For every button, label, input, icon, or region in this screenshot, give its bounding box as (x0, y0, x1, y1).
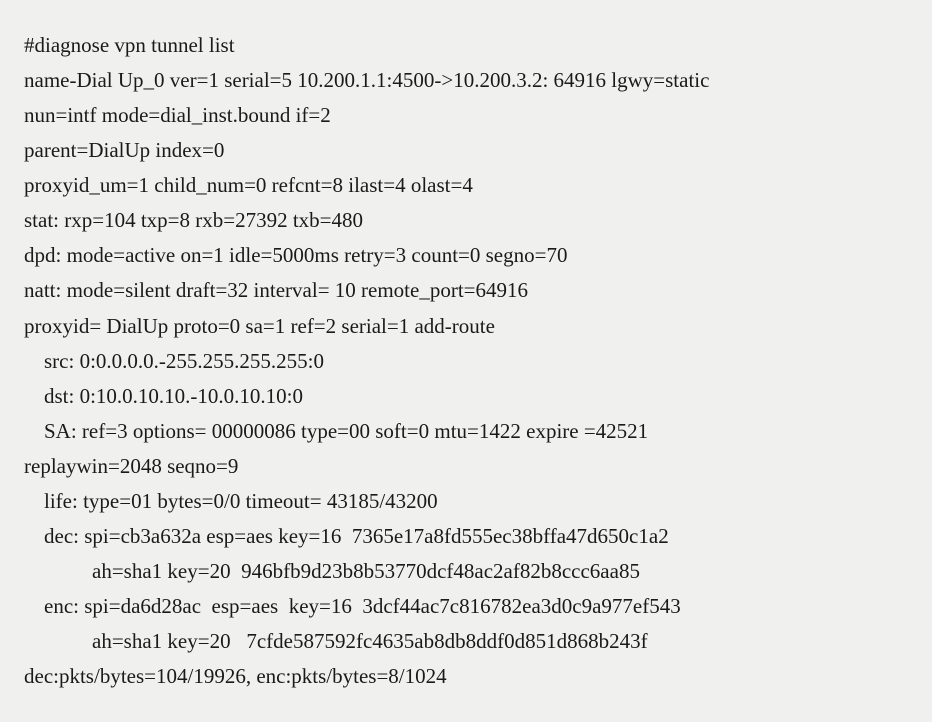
output-line: dst: 0:10.0.10.10.-10.0.10.10:0 (24, 379, 908, 414)
output-line: proxyid_um=1 child_num=0 refcnt=8 ilast=… (24, 168, 908, 203)
output-line: dec: spi=cb3a632a esp=aes key=16 7365e17… (24, 519, 908, 554)
output-line: stat: rxp=104 txp=8 rxb=27392 txb=480 (24, 203, 908, 238)
output-line: life: type=01 bytes=0/0 timeout= 43185/4… (24, 484, 908, 519)
output-line: proxyid= DialUp proto=0 sa=1 ref=2 seria… (24, 309, 908, 344)
terminal-output: #diagnose vpn tunnel list name-Dial Up_0… (24, 28, 908, 694)
output-line: dec:pkts/bytes=104/19926, enc:pkts/bytes… (24, 659, 908, 694)
output-line: nun=intf mode=dial_inst.bound if=2 (24, 98, 908, 133)
output-line: dpd: mode=active on=1 idle=5000ms retry=… (24, 238, 908, 273)
output-line: SA: ref=3 options= 00000086 type=00 soft… (24, 414, 908, 449)
output-line: name-Dial Up_0 ver=1 serial=5 10.200.1.1… (24, 63, 908, 98)
output-line: parent=DialUp index=0 (24, 133, 908, 168)
cmd-line: #diagnose vpn tunnel list (24, 28, 908, 63)
output-line: ah=sha1 key=20 946bfb9d23b8b53770dcf48ac… (24, 554, 908, 589)
output-line: replaywin=2048 seqno=9 (24, 449, 908, 484)
output-line: natt: mode=silent draft=32 interval= 10 … (24, 273, 908, 308)
output-line: enc: spi=da6d28ac esp=aes key=16 3dcf44a… (24, 589, 908, 624)
output-line: src: 0:0.0.0.0.-255.255.255.255:0 (24, 344, 908, 379)
output-line: ah=sha1 key=20 7cfde587592fc4635ab8db8dd… (24, 624, 908, 659)
